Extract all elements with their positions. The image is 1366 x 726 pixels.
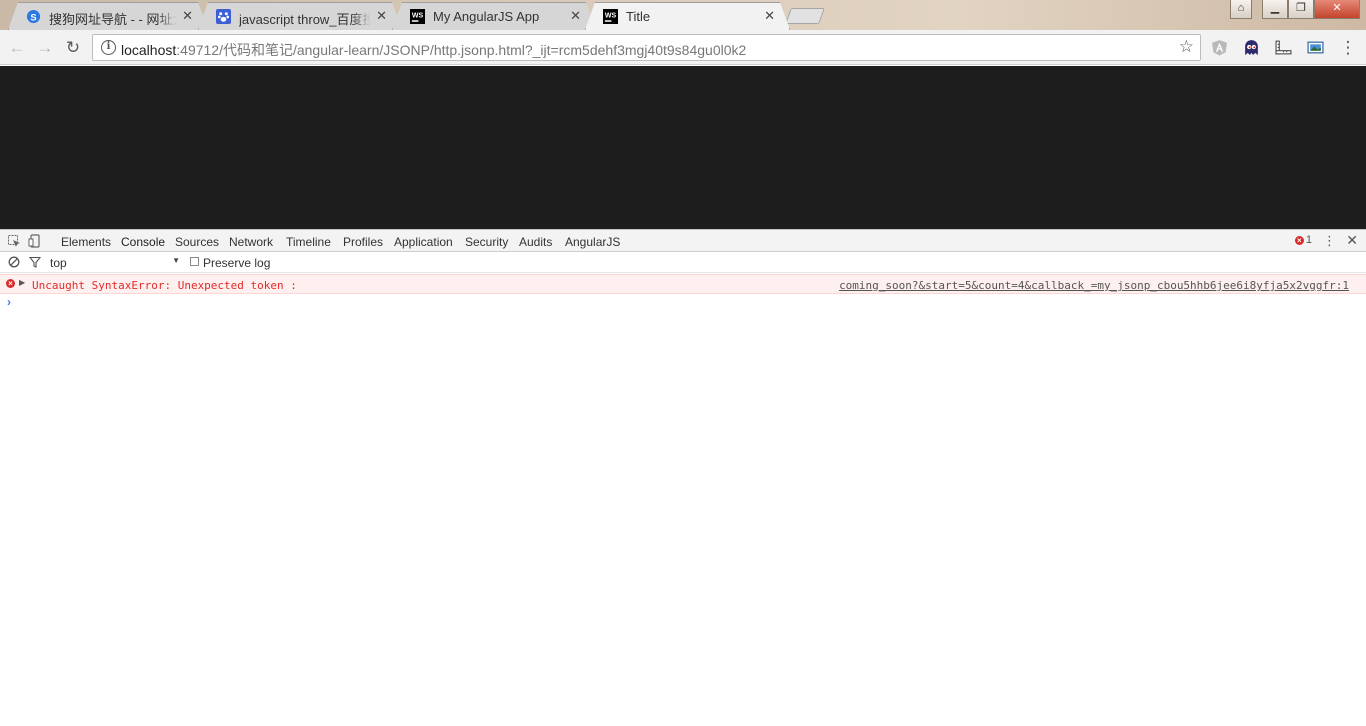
- devtools-close-icon[interactable]: ✕: [1346, 232, 1358, 249]
- tab-title: Title: [626, 9, 651, 24]
- devtools-tab-console[interactable]: Console: [121, 235, 165, 249]
- title-bar: S 搜狗网址导航 - - 网址大全 ✕ javascript throw_百度搜…: [0, 0, 1366, 30]
- sogou-icon: S: [26, 9, 41, 24]
- clear-console-icon[interactable]: [8, 256, 20, 268]
- close-tab-icon[interactable]: ✕: [764, 8, 775, 24]
- maximize-button[interactable]: ❐: [1288, 0, 1314, 19]
- preserve-log-label: Preserve log: [203, 256, 271, 270]
- inspect-element-icon[interactable]: [7, 234, 21, 248]
- devtools-tab-bar: Elements Console Sources Network Timelin…: [0, 230, 1366, 252]
- ruler-extension-icon[interactable]: [1275, 39, 1292, 56]
- bookmark-star-icon[interactable]: ☆: [1179, 37, 1194, 57]
- checkbox-box[interactable]: [190, 257, 199, 266]
- tab-title: 搜狗网址导航 - - 网址大全: [49, 12, 173, 27]
- angular-extension-icon[interactable]: [1211, 39, 1228, 56]
- webstorm-icon: WS: [603, 9, 618, 24]
- context-value: top: [50, 256, 67, 270]
- devtools-more-icon[interactable]: ⋮: [1323, 233, 1336, 249]
- tab-title: javascript throw_百度搜索: [239, 12, 371, 27]
- screenshot-extension-icon[interactable]: [1307, 39, 1324, 56]
- device-toolbar-icon[interactable]: [28, 234, 42, 248]
- url-path: :49712/代码和笔记/angular-learn/JSONP/http.js…: [176, 42, 747, 58]
- devtools-tab-profiles[interactable]: Profiles: [343, 235, 383, 249]
- ghost-extension-icon[interactable]: [1243, 39, 1260, 56]
- svg-text:WS: WS: [605, 12, 617, 19]
- expand-triangle-icon[interactable]: ▶: [19, 278, 25, 287]
- forward-button[interactable]: →: [34, 37, 56, 59]
- filter-icon[interactable]: [29, 256, 41, 268]
- reload-button[interactable]: ↻: [62, 37, 84, 59]
- browser-toolbar: ← → ↻ i localhost:49712/代码和笔记/angular-le…: [0, 30, 1366, 65]
- window-close-button[interactable]: ✕: [1314, 0, 1360, 19]
- error-source-link[interactable]: coming_soon?&start=5&count=4&callback_=m…: [839, 279, 1349, 292]
- dropdown-arrow-icon: ▼: [172, 256, 180, 265]
- close-tab-icon[interactable]: ✕: [376, 8, 387, 24]
- svg-text:S: S: [30, 12, 36, 22]
- context-selector[interactable]: top ▼: [50, 256, 180, 270]
- error-message-text: Uncaught SyntaxError: Unexpected token :: [32, 279, 297, 292]
- url-host: localhost: [121, 42, 177, 58]
- devtools-tab-elements[interactable]: Elements: [61, 235, 111, 249]
- console-toolbar: top ▼ Preserve log: [0, 252, 1366, 273]
- svg-text:WS: WS: [412, 12, 424, 19]
- close-tab-icon[interactable]: ✕: [570, 8, 581, 24]
- baidu-paw-icon: [216, 9, 231, 24]
- close-tab-icon[interactable]: ✕: [182, 8, 193, 24]
- minimize-button[interactable]: ▁: [1262, 0, 1288, 19]
- error-counter[interactable]: × 1: [1294, 234, 1312, 246]
- console-prompt[interactable]: ›: [7, 295, 11, 309]
- tab-title: My AngularJS App: [433, 9, 540, 24]
- devtools-tab-application[interactable]: Application: [394, 235, 453, 249]
- user-profile-button[interactable]: ⌂: [1230, 0, 1252, 19]
- devtools-tab-sources[interactable]: Sources: [175, 235, 219, 249]
- webstorm-icon: WS: [410, 9, 425, 24]
- address-bar[interactable]: i localhost:49712/代码和笔记/angular-learn/JS…: [92, 34, 1201, 61]
- new-tab-button[interactable]: [785, 8, 825, 24]
- error-icon: ×: [6, 279, 15, 288]
- site-info-icon[interactable]: i: [101, 40, 116, 55]
- devtools-tab-security[interactable]: Security: [465, 235, 508, 249]
- devtools-tab-timeline[interactable]: Timeline: [286, 235, 331, 249]
- tab-baidu[interactable]: javascript throw_百度搜索 ✕: [198, 2, 402, 30]
- console-error-message[interactable]: × ▶ Uncaught SyntaxError: Unexpected tok…: [0, 274, 1366, 294]
- devtools-tab-network[interactable]: Network: [229, 235, 273, 249]
- error-icon: ×: [1294, 236, 1304, 245]
- url-text[interactable]: localhost:49712/代码和笔记/angular-learn/JSON…: [121, 40, 746, 60]
- error-count: 1: [1305, 234, 1312, 246]
- browser-menu-icon[interactable]: ⋮: [1337, 37, 1359, 59]
- page-viewport[interactable]: [0, 66, 1366, 229]
- tab-sogou[interactable]: S 搜狗网址导航 - - 网址大全 ✕: [8, 2, 208, 30]
- tab-angularjs-app[interactable]: WS My AngularJS App ✕: [392, 2, 596, 30]
- tab-title-active[interactable]: WS Title ✕: [585, 2, 790, 30]
- back-button[interactable]: ←: [6, 37, 28, 59]
- devtools-panel: Elements Console Sources Network Timelin…: [0, 229, 1366, 726]
- preserve-log-checkbox[interactable]: Preserve log: [190, 256, 270, 270]
- devtools-tab-audits[interactable]: Audits: [519, 235, 552, 249]
- devtools-tab-angularjs[interactable]: AngularJS: [565, 235, 620, 249]
